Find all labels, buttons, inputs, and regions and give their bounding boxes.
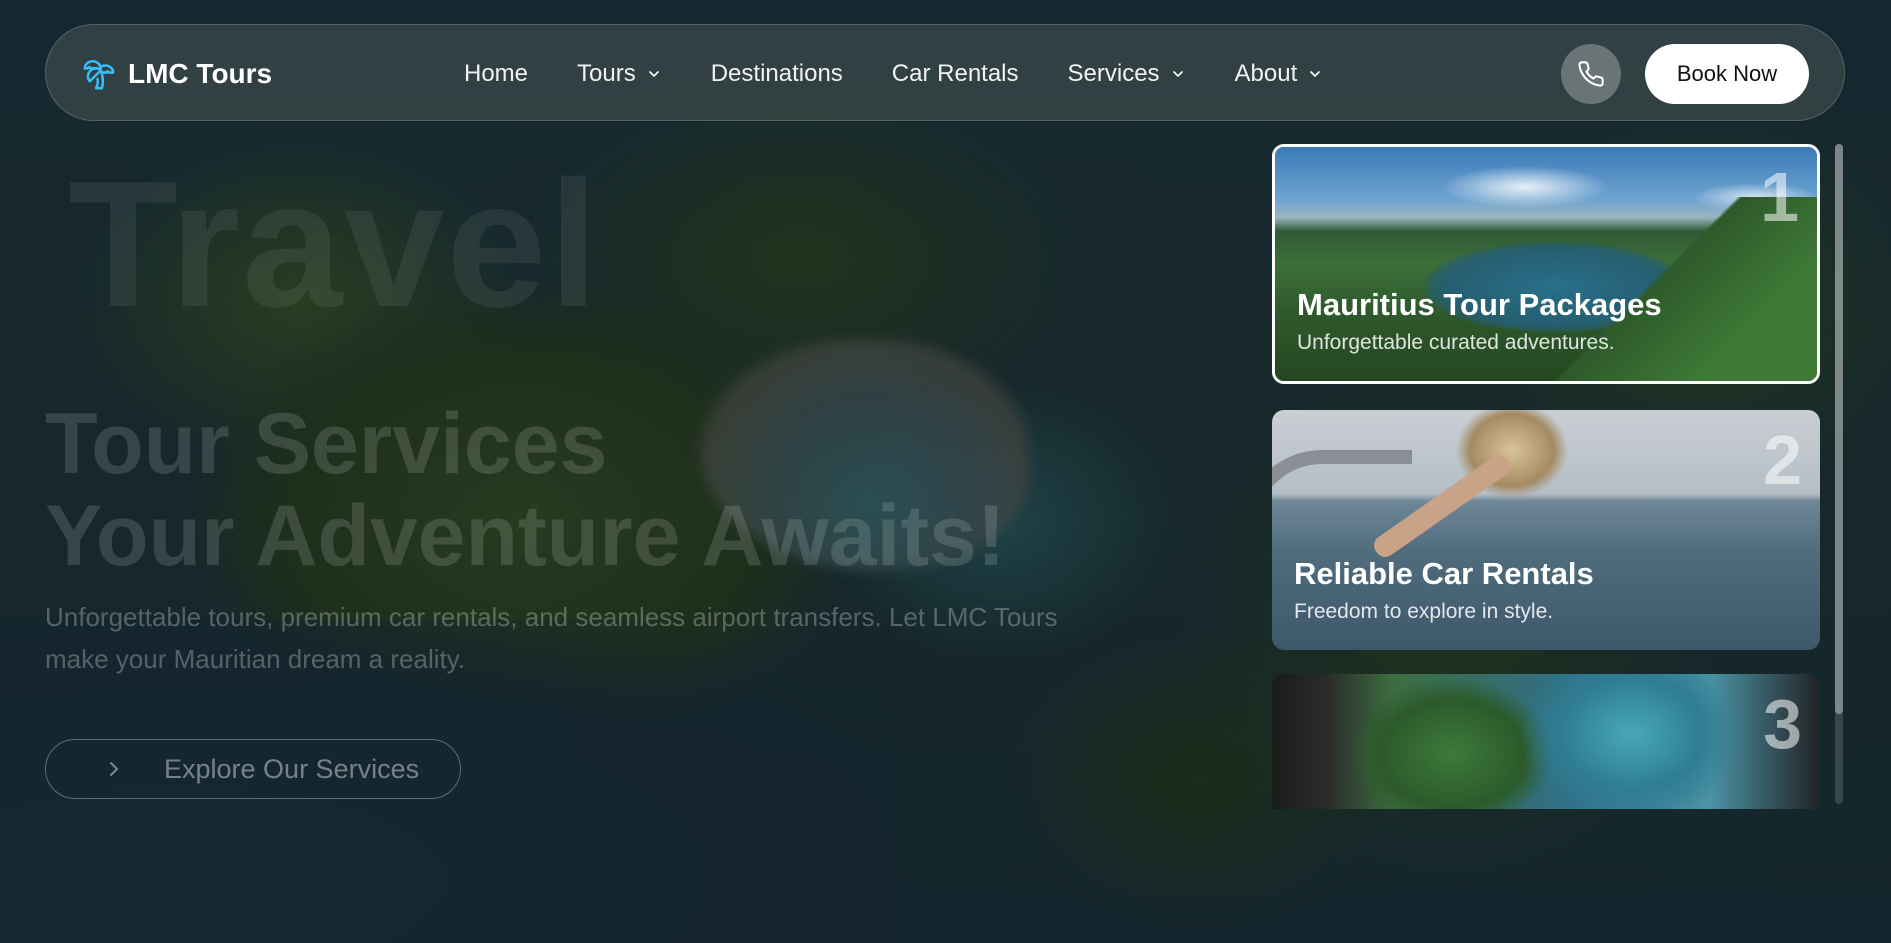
explore-services-button[interactable]: Explore Our Services [45, 739, 461, 799]
nav-home[interactable]: Home [464, 60, 528, 88]
phone-button[interactable] [1561, 44, 1621, 104]
hero-title-line1: Tour Services [45, 396, 608, 492]
card-description: Unforgettable curated adventures. [1297, 331, 1615, 354]
card-title: Mauritius Tour Packages [1297, 287, 1662, 322]
navbar: LMC Tours Home Tours Destinations Car Re… [45, 24, 1845, 121]
hero-title-line2: Your Adventure Awaits! [45, 488, 1006, 584]
chevron-down-icon [1310, 70, 1321, 77]
nav-destinations-label: Destinations [710, 59, 843, 87]
nav-destinations[interactable]: Destinations [711, 60, 843, 88]
hero-subtitle: Unforgettable tours, premium car rentals… [45, 602, 1058, 674]
nav-services[interactable]: Services [1068, 60, 1186, 88]
card-number: 1 [1760, 158, 1799, 236]
palm-tree-icon [83, 59, 115, 89]
nav-car-rentals-label: Car Rentals [891, 59, 1019, 87]
nav-services-label: Services [1067, 59, 1160, 87]
explore-services-label: Explore Our Services [164, 753, 420, 784]
nav-tours-label: Tours [577, 59, 636, 87]
nav-about-label: About [1234, 59, 1298, 87]
card-tour-packages[interactable]: 1 Mauritius Tour Packages Unforgettable … [1272, 144, 1820, 384]
card-title: Reliable Car Rentals [1294, 556, 1594, 591]
chevron-down-icon [1172, 70, 1183, 77]
nav-home-label: Home [464, 59, 529, 87]
service-cards-list: 1 Mauritius Tour Packages Unforgettable … [1270, 144, 1822, 809]
chevron-right-icon [110, 762, 119, 776]
hero-background-word: Travel [68, 144, 601, 345]
card-description: Freedom to explore in style. [1294, 600, 1554, 623]
hero-title: Tour Services Your Adventure Awaits! [45, 398, 1006, 582]
chevron-down-icon [648, 70, 659, 77]
card-airport-transfers[interactable]: 3 [1272, 674, 1820, 809]
nav-car-rentals[interactable]: Car Rentals [892, 60, 1019, 88]
book-now-button[interactable]: Book Now [1645, 44, 1809, 104]
card-car-rentals[interactable]: 2 Reliable Car Rentals Freedom to explor… [1272, 410, 1820, 650]
cards-scrollbar[interactable] [1835, 144, 1843, 804]
brand-name: LMC Tours [128, 57, 273, 89]
card-number: 2 [1763, 421, 1802, 499]
nav-about[interactable]: About [1235, 60, 1324, 88]
card-image-plane-window [1272, 674, 1820, 809]
nav-links: Home Tours Destinations Car Rentals Serv… [464, 25, 1372, 122]
card-number: 3 [1763, 685, 1802, 763]
brand-logo[interactable]: LMC Tours [82, 25, 272, 122]
scrollbar-thumb[interactable] [1835, 144, 1843, 714]
phone-icon [1578, 61, 1604, 87]
nav-tours[interactable]: Tours [577, 60, 662, 88]
